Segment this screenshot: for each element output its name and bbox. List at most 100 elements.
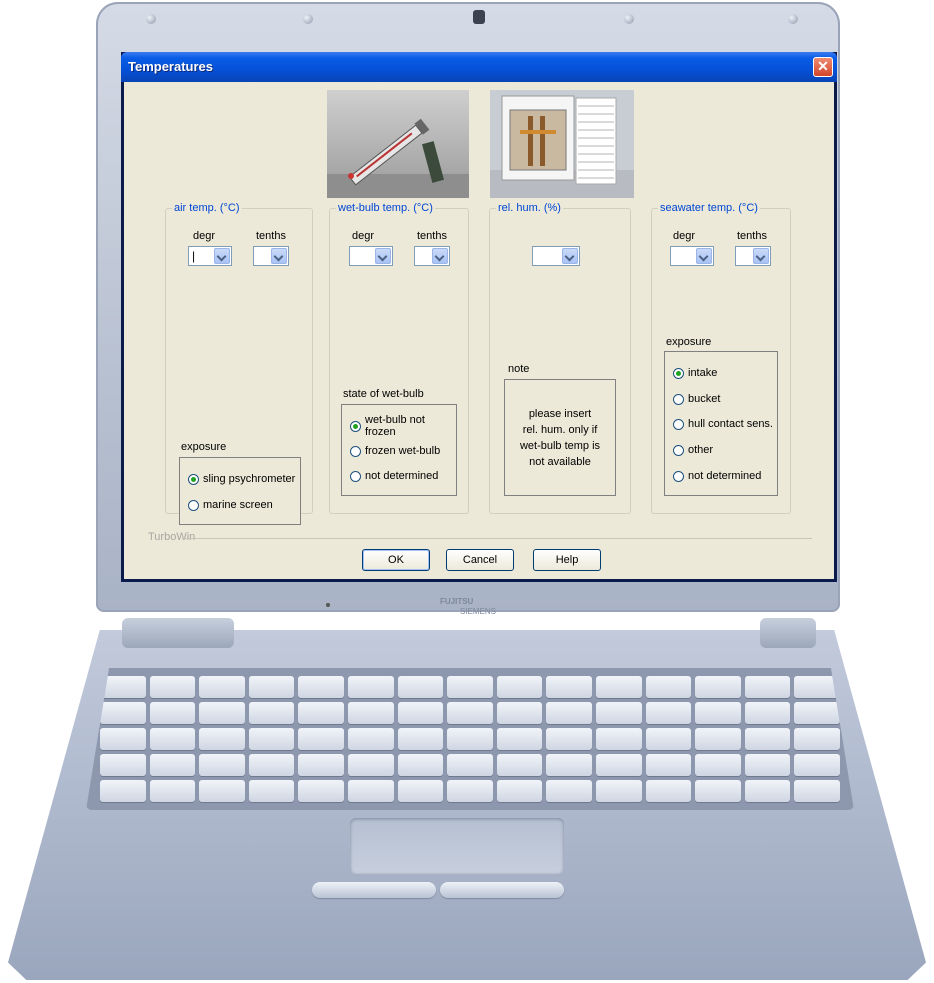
chevron-down-icon[interactable]	[562, 248, 578, 264]
keyboard-key[interactable]	[695, 780, 741, 802]
radio-other[interactable]: other	[673, 442, 713, 458]
chevron-down-icon[interactable]	[375, 248, 391, 264]
keyboard-key[interactable]	[546, 780, 592, 802]
radio-seawater-not-determined[interactable]: not determined	[673, 468, 761, 484]
keyboard-key[interactable]	[496, 702, 543, 724]
seawater-tenths-select[interactable]	[735, 246, 771, 266]
keyboard-key[interactable]	[695, 702, 741, 724]
keyboard-key[interactable]	[248, 676, 295, 698]
keyboard-key[interactable]	[744, 702, 791, 724]
keyboard-key[interactable]	[546, 702, 592, 724]
dialog-titlebar[interactable]: Temperatures ✕	[121, 52, 837, 82]
keyboard-key[interactable]	[695, 728, 741, 750]
keyboard-key[interactable]	[794, 702, 840, 724]
keyboard-key[interactable]	[447, 676, 493, 698]
keyboard-key[interactable]	[347, 780, 394, 802]
keyboard-key[interactable]	[496, 676, 543, 698]
keyboard-key[interactable]	[447, 728, 493, 750]
keyboard-key[interactable]	[546, 728, 592, 750]
keyboard-key[interactable]	[397, 728, 444, 750]
keyboard-key[interactable]	[248, 780, 295, 802]
keyboard-key[interactable]	[595, 702, 642, 724]
keyboard-key[interactable]	[149, 780, 196, 802]
keyboard-key[interactable]	[100, 702, 146, 724]
ok-button[interactable]: OK	[362, 549, 430, 571]
keyboard-key[interactable]	[397, 780, 444, 802]
keyboard-key[interactable]	[695, 676, 741, 698]
keyboard-key[interactable]	[744, 728, 791, 750]
touchpad-right-button[interactable]	[440, 882, 564, 898]
keyboard-key[interactable]	[100, 780, 146, 802]
radio-wetbulb-not-frozen[interactable]: wet-bulb not frozen	[350, 414, 456, 438]
radio-bucket[interactable]: bucket	[673, 391, 720, 407]
keyboard-key[interactable]	[645, 754, 692, 776]
chevron-down-icon[interactable]	[696, 248, 712, 264]
keyboard-key[interactable]	[645, 728, 692, 750]
keyboard-key[interactable]	[149, 676, 196, 698]
keyboard-key[interactable]	[347, 702, 394, 724]
keyboard-key[interactable]	[794, 728, 840, 750]
keyboard-key[interactable]	[199, 754, 245, 776]
keyboard-key[interactable]	[199, 702, 245, 724]
keyboard-key[interactable]	[298, 780, 344, 802]
keyboard-key[interactable]	[744, 676, 791, 698]
close-button[interactable]: ✕	[813, 57, 833, 77]
chevron-down-icon[interactable]	[432, 248, 448, 264]
keyboard-key[interactable]	[199, 780, 245, 802]
radio-hull-contact-sens[interactable]: hull contact sens.	[673, 416, 773, 432]
radio-frozen-wetbulb[interactable]: frozen wet-bulb	[350, 443, 440, 459]
keyboard-key[interactable]	[794, 780, 840, 802]
keyboard-key[interactable]	[496, 780, 543, 802]
chevron-down-icon[interactable]	[271, 248, 287, 264]
keyboard-key[interactable]	[397, 754, 444, 776]
keyboard-key[interactable]	[645, 780, 692, 802]
keyboard-key[interactable]	[695, 754, 741, 776]
wetbulb-degr-select[interactable]	[349, 246, 393, 266]
keyboard-key[interactable]	[496, 728, 543, 750]
keyboard-key[interactable]	[149, 702, 196, 724]
keyboard-key[interactable]	[595, 728, 642, 750]
cancel-button[interactable]: Cancel	[446, 549, 514, 571]
seawater-degr-select[interactable]	[670, 246, 714, 266]
keyboard-key[interactable]	[447, 754, 493, 776]
keyboard-key[interactable]	[199, 676, 245, 698]
keyboard-key[interactable]	[248, 702, 295, 724]
keyboard-key[interactable]	[397, 702, 444, 724]
touchpad[interactable]	[350, 818, 564, 874]
radio-intake[interactable]: intake	[673, 365, 717, 381]
keyboard-key[interactable]	[347, 754, 394, 776]
help-button[interactable]: Help	[533, 549, 601, 571]
keyboard-key[interactable]	[645, 676, 692, 698]
touchpad-left-button[interactable]	[312, 882, 436, 898]
wetbulb-tenths-select[interactable]	[414, 246, 450, 266]
keyboard-key[interactable]	[546, 676, 592, 698]
keyboard-key[interactable]	[149, 754, 196, 776]
keyboard-key[interactable]	[100, 728, 146, 750]
radio-sling-psychrometer[interactable]: sling psychrometer	[188, 471, 295, 487]
keyboard-key[interactable]	[794, 754, 840, 776]
keyboard-key[interactable]	[298, 754, 344, 776]
chevron-down-icon[interactable]	[214, 248, 230, 264]
keyboard-key[interactable]	[447, 702, 493, 724]
keyboard-key[interactable]	[199, 728, 245, 750]
relhum-select[interactable]	[532, 246, 580, 266]
air-tenths-select[interactable]	[253, 246, 289, 266]
chevron-down-icon[interactable]	[753, 248, 769, 264]
keyboard-key[interactable]	[100, 754, 146, 776]
keyboard-key[interactable]	[744, 754, 791, 776]
keyboard-key[interactable]	[447, 780, 493, 802]
keyboard-key[interactable]	[645, 702, 692, 724]
radio-wetbulb-not-determined[interactable]: not determined	[350, 468, 438, 484]
keyboard-key[interactable]	[347, 728, 394, 750]
keyboard-key[interactable]	[298, 728, 344, 750]
keyboard-key[interactable]	[248, 728, 295, 750]
keyboard-key[interactable]	[248, 754, 295, 776]
keyboard-key[interactable]	[595, 676, 642, 698]
keyboard-key[interactable]	[595, 754, 642, 776]
radio-marine-screen[interactable]: marine screen	[188, 497, 273, 513]
keyboard-key[interactable]	[595, 780, 642, 802]
keyboard-key[interactable]	[347, 676, 394, 698]
keyboard-key[interactable]	[298, 676, 344, 698]
keyboard-key[interactable]	[149, 728, 196, 750]
air-degr-select[interactable]: |	[188, 246, 232, 266]
